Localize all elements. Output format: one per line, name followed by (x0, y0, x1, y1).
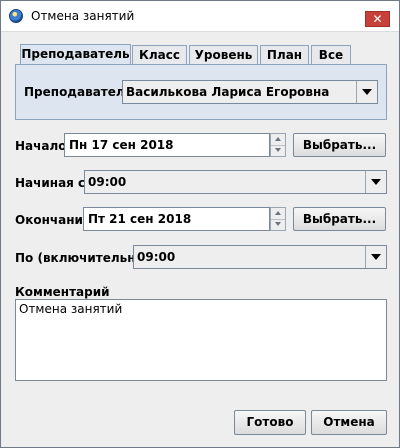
start-date-spinner[interactable] (270, 133, 286, 157)
start-time-value: 09:00 (88, 175, 127, 189)
start-label: Начало (15, 139, 67, 153)
title-bar[interactable]: Отмена занятий ✕ (1, 1, 399, 32)
end-date-value: Пт 21 сен 2018 (88, 212, 192, 226)
chevron-down-icon[interactable] (365, 171, 386, 193)
tab-panel-teacher: Преподаватель Василькова Лариса Егоровна (15, 64, 387, 120)
end-date-spinner[interactable] (270, 207, 286, 231)
teacher-label: Преподаватель (24, 85, 133, 99)
end-date-field[interactable]: Пт 21 сен 2018 (83, 207, 270, 231)
spin-down-icon[interactable] (271, 145, 285, 156)
close-icon: ✕ (372, 12, 383, 26)
window-title: Отмена занятий (31, 9, 135, 23)
app-globe-icon (9, 9, 23, 23)
end-choose-button[interactable]: Выбрать... (293, 207, 386, 231)
tab-teacher[interactable]: Преподаватель (20, 44, 131, 65)
tab-plan[interactable]: План (260, 45, 309, 65)
comment-label: Комментарий (15, 285, 110, 299)
close-button[interactable]: ✕ (365, 11, 390, 27)
start-date-field[interactable]: Пн 17 сен 2018 (64, 133, 270, 157)
tab-class[interactable]: Класс (132, 45, 187, 65)
teacher-select[interactable]: Василькова Лариса Егоровна (122, 80, 378, 104)
chevron-down-icon[interactable] (365, 246, 386, 268)
comment-textarea[interactable]: Отмена занятий (15, 299, 387, 381)
end-time-value: 09:00 (137, 250, 176, 264)
spin-down-icon[interactable] (271, 219, 285, 230)
ok-button[interactable]: Готово (234, 410, 306, 435)
dialog-window: Отмена занятий ✕ Преподаватель Класс Уро… (0, 0, 400, 448)
end-time-select[interactable]: 09:00 (133, 245, 387, 269)
start-choose-button[interactable]: Выбрать... (293, 133, 386, 157)
tab-all[interactable]: Все (311, 45, 351, 65)
chevron-down-icon[interactable] (356, 81, 377, 103)
tab-level[interactable]: Уровень (189, 45, 258, 65)
end-time-label: По (включительно) (15, 251, 150, 265)
start-time-select[interactable]: 09:00 (84, 170, 387, 194)
cancel-button[interactable]: Отмена (311, 410, 387, 435)
teacher-select-value: Василькова Лариса Егоровна (126, 85, 330, 99)
start-time-label: Начиная с (15, 176, 86, 190)
end-label: Окончание (15, 213, 92, 227)
start-date-value: Пн 17 сен 2018 (69, 138, 174, 152)
